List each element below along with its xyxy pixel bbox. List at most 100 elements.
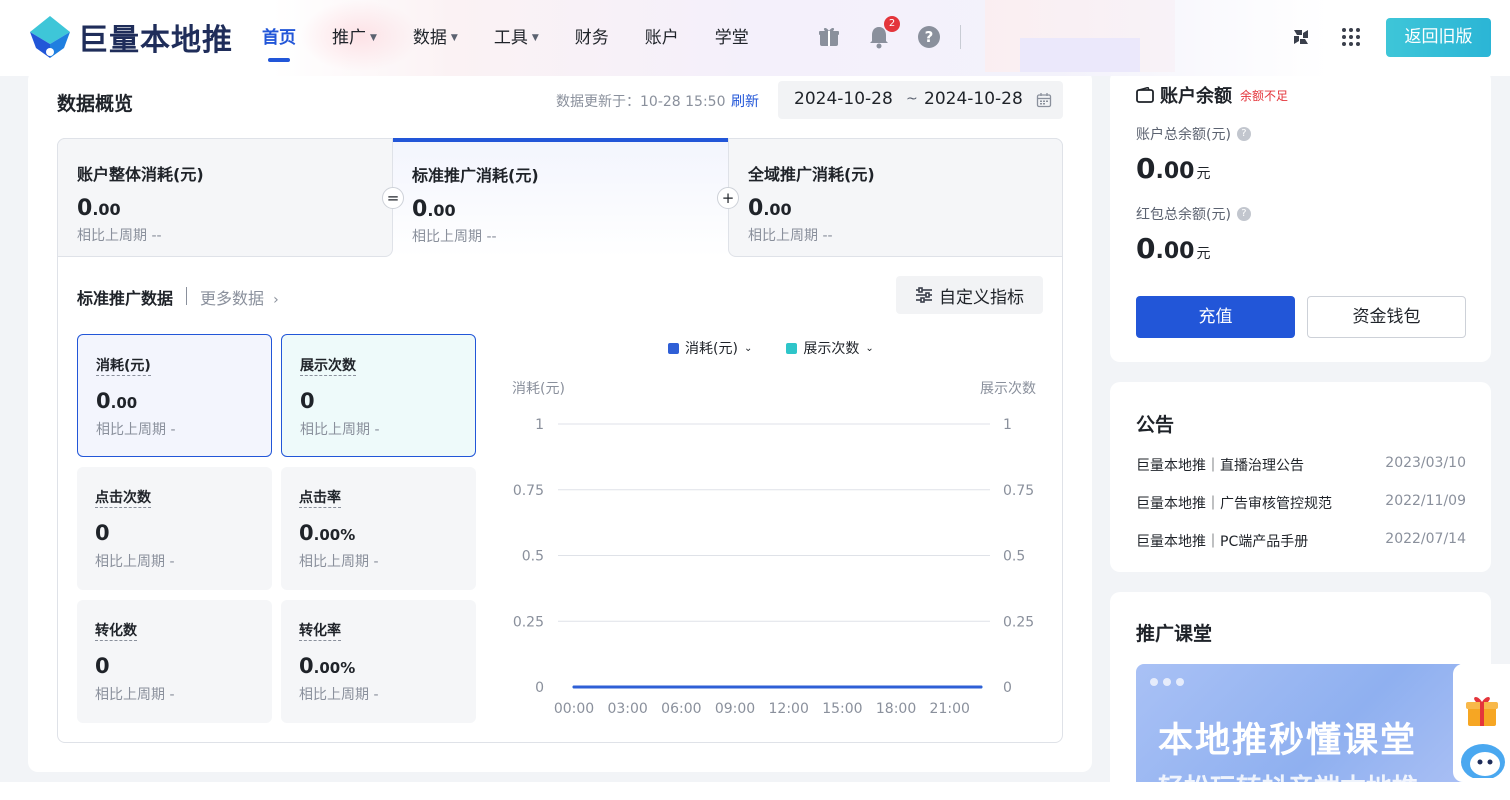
metric-value: 0.00% bbox=[299, 654, 356, 678]
x-tick-label: 15:00 bbox=[822, 701, 862, 717]
x-tick-label: 06:00 bbox=[661, 701, 701, 717]
refresh-link[interactable]: 刷新 bbox=[731, 91, 759, 111]
metric-title: 展示次数 bbox=[300, 358, 356, 376]
total-balance-label: 账户总余额(元)? bbox=[1136, 124, 1251, 144]
bell-icon[interactable]: 2 bbox=[866, 16, 900, 50]
metric-title: 转化率 bbox=[299, 623, 341, 641]
fund-wallet-button[interactable]: 资金钱包 bbox=[1307, 296, 1466, 338]
app-switch-icon[interactable] bbox=[1288, 24, 1314, 50]
custom-metrics-button[interactable]: 自定义指标 bbox=[896, 276, 1043, 314]
help-icon[interactable]: ? bbox=[916, 24, 942, 50]
help-icon[interactable]: ? bbox=[1236, 127, 1251, 141]
notice-item[interactable]: 巨量本地推｜PC端产品手册 2022/07/14 bbox=[1136, 531, 1466, 551]
y-axis-label-right: 展示次数 bbox=[980, 381, 1036, 397]
summary-card-value: 0.00 bbox=[412, 197, 456, 222]
metric-title: 转化数 bbox=[95, 623, 137, 641]
banner-dots bbox=[1150, 678, 1189, 686]
metric-card[interactable]: 消耗(元) 0.00 相比上周期 - bbox=[77, 334, 272, 457]
mascot-icon bbox=[1457, 734, 1507, 782]
metric-card[interactable]: 转化率 0.00% 相比上周期 - bbox=[281, 600, 476, 723]
nav-item-label: 首页 bbox=[262, 28, 296, 48]
red-packet-balance-value: 0.00 元 bbox=[1136, 232, 1211, 265]
equals-icon: = bbox=[382, 187, 404, 209]
metric-title: 消耗(元) bbox=[96, 358, 151, 376]
notice-item[interactable]: 巨量本地推｜广告审核管控规范 2022/11/09 bbox=[1136, 493, 1466, 513]
back-to-old-version-button[interactable]: 返回旧版 bbox=[1386, 18, 1491, 57]
metric-compare: 相比上周期 - bbox=[299, 554, 379, 570]
recharge-button[interactable]: 充值 bbox=[1136, 296, 1295, 338]
summary-card-total[interactable]: 账户整体消耗(元) 0.00 相比上周期 -- bbox=[57, 138, 393, 257]
account-balance-title: 账户余额 余额不足 bbox=[1136, 82, 1288, 108]
right-icon-group bbox=[1288, 24, 1388, 50]
red-packet-balance-label: 红包总余额(元)? bbox=[1136, 204, 1251, 224]
gift-icon[interactable] bbox=[816, 24, 842, 50]
nav-item[interactable]: 推广 ▼ bbox=[332, 26, 377, 50]
float-assistant[interactable] bbox=[1453, 664, 1510, 782]
nav-item-label: 学堂 bbox=[714, 28, 749, 48]
summary-card-title: 全域推广消耗(元) bbox=[748, 165, 875, 184]
grid-icon[interactable] bbox=[1338, 24, 1364, 50]
notice-item[interactable]: 巨量本地推｜直播治理公告 2023/03/10 bbox=[1136, 455, 1466, 475]
summary-card-value: 0.00 bbox=[748, 196, 792, 221]
summary-card-title: 标准推广消耗(元) bbox=[412, 166, 539, 185]
nav-item-label: 账户 bbox=[644, 28, 679, 48]
divider bbox=[186, 287, 187, 305]
date-range-picker[interactable]: 2024-10-28 ~ 2024-10-28 bbox=[778, 81, 1063, 119]
metric-value: 0 bbox=[300, 389, 315, 413]
x-tick-label: 09:00 bbox=[715, 701, 755, 717]
metric-card[interactable]: 点击率 0.00% 相比上周期 - bbox=[281, 467, 476, 590]
y-tick-label-right: 0.25 bbox=[1003, 614, 1034, 630]
custom-metrics-label: 自定义指标 bbox=[939, 287, 1024, 308]
nav-item[interactable]: 工具 ▼ bbox=[494, 26, 539, 50]
logo[interactable]: 巨量本地推 bbox=[28, 14, 233, 60]
more-data-link[interactable]: 更多数据 › bbox=[200, 285, 279, 309]
wallet-icon bbox=[1136, 87, 1154, 103]
caret-down-icon: ▼ bbox=[370, 33, 377, 43]
nav-item[interactable]: 首页 bbox=[262, 26, 296, 62]
date-start[interactable]: 2024-10-28 bbox=[794, 89, 893, 109]
nav-item[interactable]: 账户 bbox=[645, 26, 679, 50]
y-tick-label-left: 0.75 bbox=[513, 483, 544, 499]
x-tick-label: 03:00 bbox=[607, 701, 647, 717]
y-tick-label-left: 0.5 bbox=[522, 549, 544, 565]
banner-title: 本地推秒懂课堂 bbox=[1158, 721, 1418, 761]
nav-item[interactable]: 学堂 bbox=[715, 26, 749, 50]
summary-card-global[interactable]: 全域推广消耗(元) 0.00 相比上周期 -- bbox=[728, 138, 1063, 257]
logo-text: 巨量本地推 bbox=[78, 23, 233, 58]
summary-card-standard[interactable]: 标准推广消耗(元) 0.00 相比上周期 -- bbox=[393, 138, 728, 257]
summary-card-compare: 相比上周期 -- bbox=[412, 229, 497, 245]
x-tick-label: 21:00 bbox=[930, 701, 970, 717]
legend-item-cost[interactable]: 消耗(元) ⌄ bbox=[668, 338, 752, 358]
nav-item-label: 数据 bbox=[412, 28, 447, 48]
metric-value: 0 bbox=[95, 521, 110, 545]
metric-card[interactable]: 点击次数 0 相比上周期 - bbox=[77, 467, 272, 590]
nav-item[interactable]: 财务 bbox=[575, 26, 609, 50]
y-tick-label-right: 0.75 bbox=[1003, 483, 1034, 499]
metric-compare: 相比上周期 - bbox=[300, 422, 380, 438]
calendar-icon[interactable] bbox=[1036, 92, 1052, 113]
metric-card[interactable]: 展示次数 0 相比上周期 - bbox=[281, 334, 476, 457]
svg-text:?: ? bbox=[925, 28, 934, 46]
metric-compare: 相比上周期 - bbox=[95, 554, 175, 570]
metric-value: 0.00 bbox=[96, 389, 138, 413]
chevron-down-icon: ⌄ bbox=[743, 342, 753, 354]
caret-down-icon: ▼ bbox=[531, 33, 539, 43]
summary-card-title: 账户整体消耗(元) bbox=[77, 165, 204, 184]
summary-card-compare: 相比上周期 -- bbox=[77, 228, 162, 244]
nav-item[interactable]: 数据 ▼ bbox=[413, 26, 458, 50]
metric-compare: 相比上周期 - bbox=[95, 687, 175, 703]
notice-title: 公告 bbox=[1136, 414, 1175, 436]
help-icon[interactable]: ? bbox=[1236, 207, 1251, 221]
x-tick-label: 12:00 bbox=[769, 701, 809, 717]
nav-item-label: 工具 bbox=[493, 28, 528, 48]
summary-card-value: 0.00 bbox=[77, 196, 121, 221]
metric-card[interactable]: 转化数 0 相比上周期 - bbox=[77, 600, 272, 723]
summary-card-compare: 相比上周期 -- bbox=[748, 228, 833, 244]
metric-compare: 相比上周期 - bbox=[96, 422, 176, 438]
classroom-banner[interactable]: 本地推秒懂课堂 轻松玩转抖音端本地推 bbox=[1136, 664, 1466, 782]
legend-item-impressions[interactable]: 展示次数 ⌄ bbox=[786, 338, 874, 358]
y-axis-label-left: 消耗(元) bbox=[512, 381, 565, 397]
metric-value: 0 bbox=[95, 654, 110, 678]
date-end[interactable]: 2024-10-28 bbox=[924, 89, 1023, 109]
chevron-down-icon: ⌄ bbox=[865, 342, 874, 354]
